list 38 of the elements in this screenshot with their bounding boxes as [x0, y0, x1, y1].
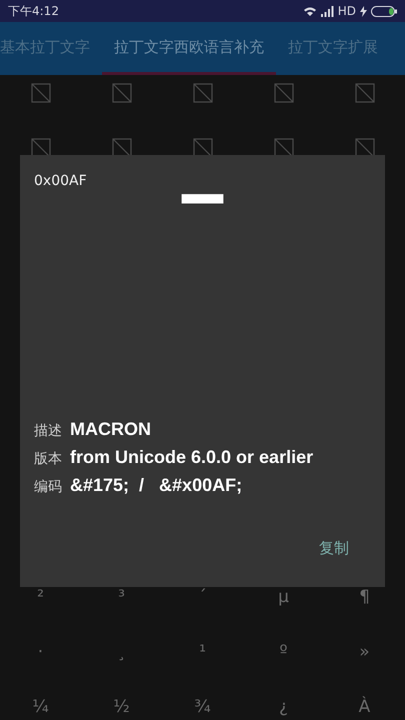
lightning-icon	[360, 6, 367, 16]
character-glyph[interactable]: ³	[118, 587, 125, 607]
detail-value: MACRON	[70, 419, 151, 440]
detail-value: from Unicode 6.0.0 or earlier	[70, 447, 314, 468]
missing-glyph-icon	[354, 83, 374, 103]
signal-icon	[320, 6, 334, 16]
copy-button[interactable]: 复制	[317, 535, 351, 562]
character-glyph[interactable]: º	[279, 642, 288, 662]
character-glyph[interactable]: ¸	[117, 642, 126, 662]
character-glyph[interactable]: ¼	[32, 697, 49, 717]
status-time: 下午4:12	[8, 2, 59, 20]
missing-glyph-icon	[274, 83, 294, 103]
battery-icon	[371, 6, 397, 16]
character-glyph[interactable]: µ	[278, 587, 289, 607]
character-glyph[interactable]: ¶	[359, 587, 370, 607]
character-glyph[interactable]: ´	[198, 587, 207, 607]
character-glyph[interactable]: ¿	[278, 697, 288, 717]
detail-label: 编码	[34, 478, 62, 496]
wifi-icon	[302, 6, 317, 16]
character-glyph[interactable]: ½	[113, 697, 130, 717]
category-tab[interactable]: 拉丁文字西欧语言补充	[102, 22, 276, 75]
detail-label: 描述	[34, 422, 62, 440]
character-preview: ¯	[166, 181, 238, 311]
character-glyph[interactable]: »	[359, 642, 370, 662]
character-glyph[interactable]: ¹	[199, 642, 206, 662]
missing-glyph-icon	[30, 83, 50, 103]
network-label: HD	[338, 4, 356, 18]
missing-glyph-icon	[112, 83, 132, 103]
detail-value: &#175; / &#x00AF;	[70, 475, 242, 496]
character-glyph[interactable]: ·	[38, 642, 44, 662]
character-glyph[interactable]: ²	[37, 587, 44, 607]
category-tab[interactable]: 基本拉丁文字	[0, 22, 102, 75]
code-point: 0x00AF	[34, 173, 87, 189]
missing-glyph-icon	[192, 83, 212, 103]
category-tab[interactable]: 拉丁文字扩展	[276, 22, 390, 75]
character-glyph[interactable]: ¾	[194, 697, 211, 717]
character-glyph[interactable]: À	[358, 697, 370, 717]
detail-label: 版本	[34, 450, 62, 468]
